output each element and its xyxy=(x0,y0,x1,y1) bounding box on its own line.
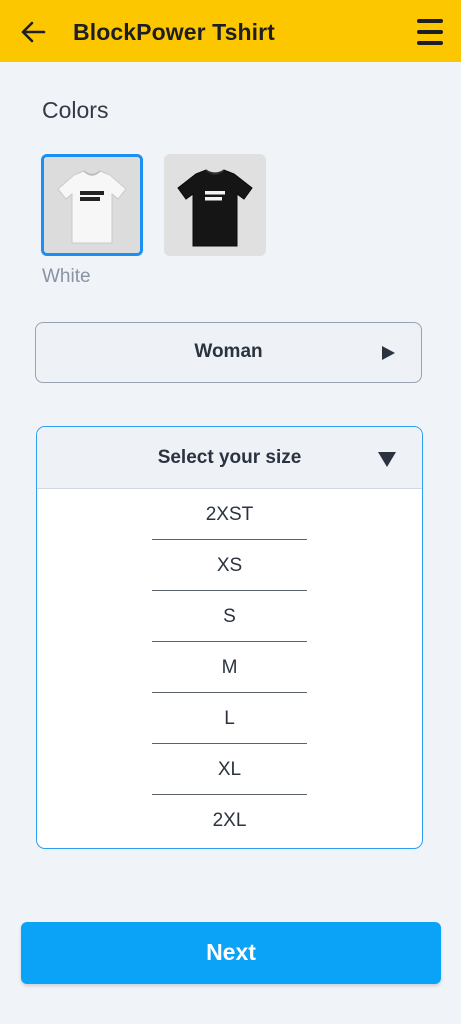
size-option[interactable]: XL xyxy=(37,744,422,795)
selected-color-label: White xyxy=(42,266,91,287)
colors-section-title: Colors xyxy=(42,97,109,123)
size-option[interactable]: S xyxy=(37,591,422,642)
next-button-label: Next xyxy=(206,939,256,965)
size-option[interactable]: M xyxy=(37,642,422,693)
size-dropdown-header[interactable]: Select your size xyxy=(37,427,422,489)
size-option[interactable]: L xyxy=(37,693,422,744)
next-button[interactable]: Next xyxy=(21,922,441,984)
size-dropdown: Select your size 2XST XS S M L XL 2XL xyxy=(36,426,423,849)
arrow-left-icon xyxy=(21,21,46,43)
black-tshirt-image xyxy=(164,154,266,256)
gender-label: Woman xyxy=(194,341,263,362)
size-options-list: 2XST XS S M L XL 2XL xyxy=(37,489,422,846)
white-tshirt-image xyxy=(44,157,140,253)
size-option[interactable]: 2XST xyxy=(37,489,422,540)
back-button[interactable] xyxy=(18,17,48,47)
size-option[interactable]: XS xyxy=(37,540,422,591)
gender-selector-button[interactable]: Woman xyxy=(35,322,422,383)
color-swatch-black[interactable] xyxy=(164,154,266,256)
app-header: BlockPower Tshirt xyxy=(0,0,461,62)
play-right-arrow-icon xyxy=(382,346,395,360)
color-swatch-white[interactable] xyxy=(41,154,143,256)
caret-down-icon xyxy=(378,452,396,467)
hamburger-menu-icon[interactable] xyxy=(417,19,443,45)
size-option[interactable]: 2XL xyxy=(37,795,422,846)
page-title: BlockPower Tshirt xyxy=(73,19,275,45)
size-dropdown-label: Select your size xyxy=(157,447,302,468)
